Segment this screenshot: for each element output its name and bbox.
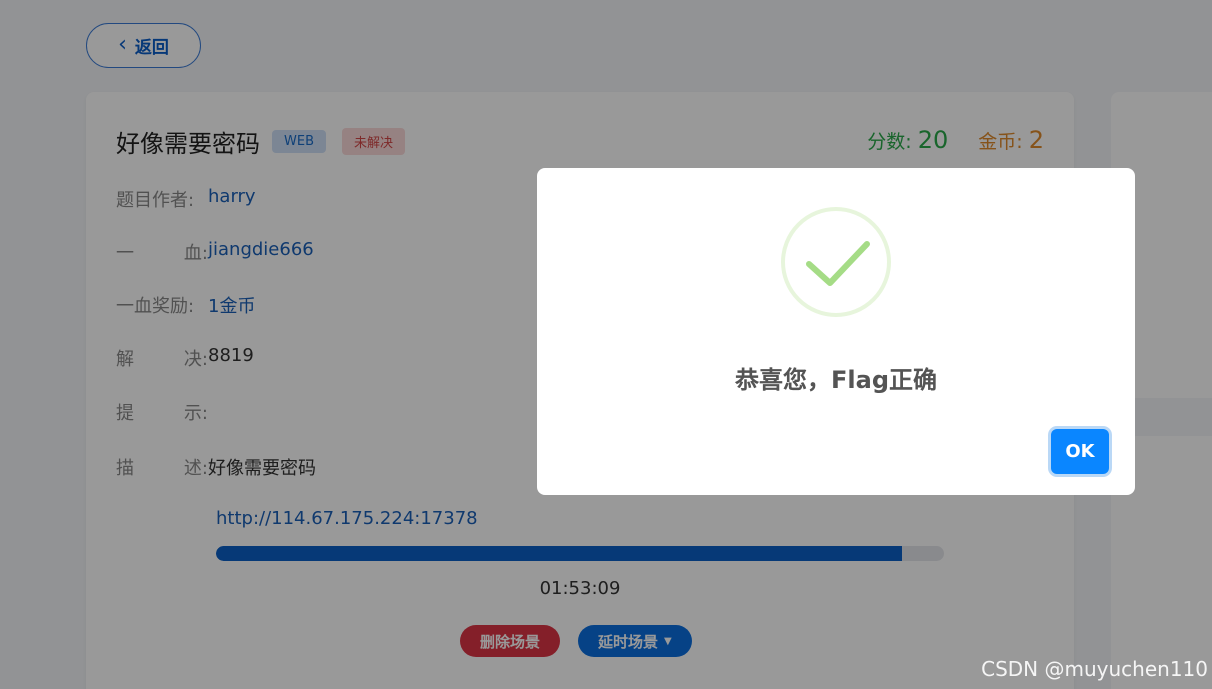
ok-button[interactable]: OK xyxy=(1051,429,1109,474)
dialog-message: 恭喜您，Flag正确 xyxy=(735,366,937,394)
success-dialog: 恭喜您，Flag正确 OK xyxy=(537,168,1135,495)
success-check-icon xyxy=(781,207,891,317)
watermark: CSDN @muyuchen110 xyxy=(981,657,1208,681)
